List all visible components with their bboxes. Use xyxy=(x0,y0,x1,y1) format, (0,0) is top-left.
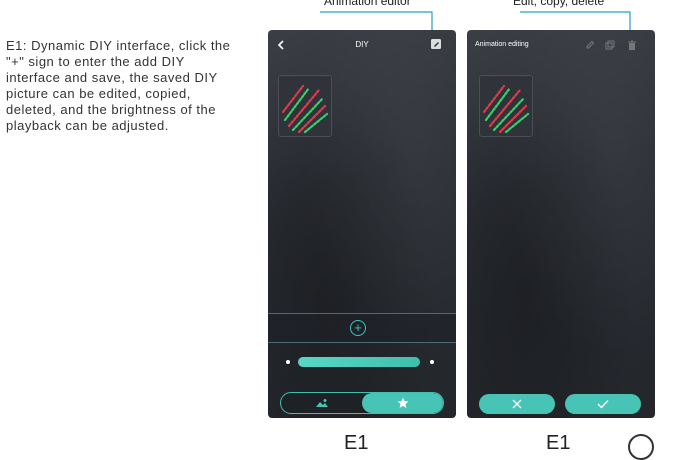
diy-pattern-image xyxy=(281,84,329,134)
close-icon xyxy=(512,399,522,409)
trash-icon[interactable] xyxy=(625,38,639,52)
tab-switcher[interactable] xyxy=(280,392,444,414)
top-bar: DIY xyxy=(268,30,456,60)
phone-screen-animation-editing: Animation editing xyxy=(467,30,655,418)
image-icon xyxy=(315,399,328,407)
callout-animation-editor: Animation editor xyxy=(324,0,411,8)
star-icon xyxy=(397,397,408,408)
diy-pattern-image xyxy=(482,84,530,134)
page-title: Animation editing xyxy=(475,41,529,48)
confirm-button[interactable] xyxy=(565,394,641,414)
add-diy-row[interactable]: + xyxy=(268,313,456,343)
add-plus-icon[interactable]: + xyxy=(350,320,366,336)
check-icon xyxy=(597,400,609,409)
logo-mark xyxy=(628,434,654,460)
top-bar: Animation editing xyxy=(467,30,655,60)
pencil-icon[interactable] xyxy=(583,38,597,52)
diy-thumbnail[interactable] xyxy=(278,75,332,137)
tab-image[interactable] xyxy=(281,393,362,413)
brightness-min-dot xyxy=(286,360,290,364)
copy-icon[interactable] xyxy=(603,38,617,52)
brightness-slider[interactable] xyxy=(298,357,420,367)
callout-add-diy: Add DIY xyxy=(298,281,347,296)
callout-edit-copy-delete: Edit, copy, delete xyxy=(513,0,605,8)
tab-favorites[interactable] xyxy=(362,393,443,413)
diy-thumbnail[interactable] xyxy=(479,75,533,137)
edit-note-icon[interactable] xyxy=(428,36,444,52)
brightness-max-dot xyxy=(430,360,434,364)
description-text: E1: Dynamic DIY interface, click the "+"… xyxy=(6,38,231,133)
cancel-button[interactable] xyxy=(479,394,555,414)
phone-screen-diy: DIY + xyxy=(268,30,456,418)
